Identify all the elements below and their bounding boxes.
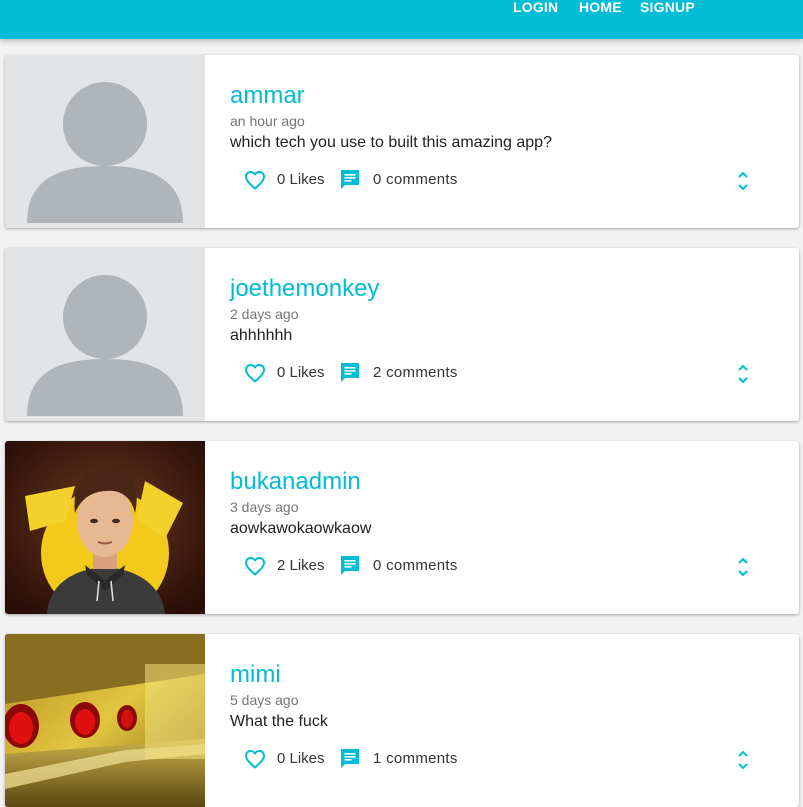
avatar: [5, 248, 205, 421]
comment-icon: [341, 363, 359, 382]
post-card: bukanadmin 3 days ago aowkawokaowkaow 2 …: [5, 441, 799, 614]
like-button[interactable]: [243, 168, 267, 192]
like-button[interactable]: [243, 747, 267, 771]
post-card: ammar an hour ago which tech you use to …: [5, 55, 799, 228]
avatar: [5, 634, 205, 807]
expand-button[interactable]: [734, 554, 752, 580]
avatar: [5, 441, 205, 614]
post-actions: 2 Likes 0 comments: [230, 554, 790, 580]
post-body: which tech you use to built this amazing…: [230, 134, 552, 151]
nav-home-link[interactable]: HOME: [579, 0, 622, 15]
default-profile-icon: [5, 55, 205, 228]
post-actions: 0 Likes 2 comments: [230, 361, 790, 387]
post-timestamp: 5 days ago: [230, 692, 299, 708]
post-body: ahhhhhh: [230, 327, 293, 344]
comment-button[interactable]: [338, 168, 362, 192]
post-body: What the fuck: [230, 713, 328, 730]
illustrated-portrait-photo: [5, 441, 205, 614]
comment-icon: [341, 170, 359, 189]
comments-count: 2 comments: [373, 364, 458, 381]
heart-icon: [245, 171, 265, 190]
likes-count: 2 Likes: [277, 557, 325, 574]
post-content: bukanadmin 3 days ago aowkawokaowkaow 2 …: [230, 441, 799, 614]
heart-icon: [245, 364, 265, 383]
heart-icon: [245, 557, 265, 576]
unfold-more-icon: [738, 557, 748, 577]
unfold-more-icon: [738, 171, 748, 191]
expand-button[interactable]: [734, 168, 752, 194]
app-bar: LOGIN HOME SIGNUP: [0, 0, 803, 39]
nav-login-link[interactable]: LOGIN: [513, 0, 558, 15]
expand-button[interactable]: [734, 747, 752, 773]
unfold-more-icon: [738, 750, 748, 770]
default-profile-icon: [5, 248, 205, 421]
post-timestamp: 2 days ago: [230, 306, 299, 322]
likes-count: 0 Likes: [277, 364, 325, 381]
post-card: mimi 5 days ago What the fuck 0 Likes 1 …: [5, 634, 799, 807]
post-username[interactable]: ammar: [230, 82, 305, 110]
avatar: [5, 55, 205, 228]
comments-count: 0 comments: [373, 557, 458, 574]
heart-icon: [245, 750, 265, 769]
unfold-more-icon: [738, 364, 748, 384]
comment-button[interactable]: [338, 361, 362, 385]
post-username[interactable]: mimi: [230, 661, 281, 689]
post-content: ammar an hour ago which tech you use to …: [230, 55, 799, 228]
like-button[interactable]: [243, 361, 267, 385]
yellow-room-photo: [5, 634, 205, 807]
expand-button[interactable]: [734, 361, 752, 387]
nav-links: LOGIN HOME SIGNUP: [0, 0, 803, 18]
comment-icon: [341, 556, 359, 575]
post-card: joethemonkey 2 days ago ahhhhhh 0 Likes …: [5, 248, 799, 421]
post-timestamp: an hour ago: [230, 113, 305, 129]
post-body: aowkawokaowkaow: [230, 520, 372, 537]
post-content: mimi 5 days ago What the fuck 0 Likes 1 …: [230, 634, 799, 807]
likes-count: 0 Likes: [277, 750, 325, 767]
post-content: joethemonkey 2 days ago ahhhhhh 0 Likes …: [230, 248, 799, 421]
post-timestamp: 3 days ago: [230, 499, 299, 515]
post-username[interactable]: joethemonkey: [230, 275, 379, 303]
post-actions: 0 Likes 1 comments: [230, 747, 790, 773]
post-actions: 0 Likes 0 comments: [230, 168, 790, 194]
comment-icon: [341, 749, 359, 768]
like-button[interactable]: [243, 554, 267, 578]
comments-count: 0 comments: [373, 171, 458, 188]
post-username[interactable]: bukanadmin: [230, 468, 361, 496]
comments-count: 1 comments: [373, 750, 458, 767]
comment-button[interactable]: [338, 554, 362, 578]
comment-button[interactable]: [338, 747, 362, 771]
likes-count: 0 Likes: [277, 171, 325, 188]
nav-signup-link[interactable]: SIGNUP: [640, 0, 695, 15]
